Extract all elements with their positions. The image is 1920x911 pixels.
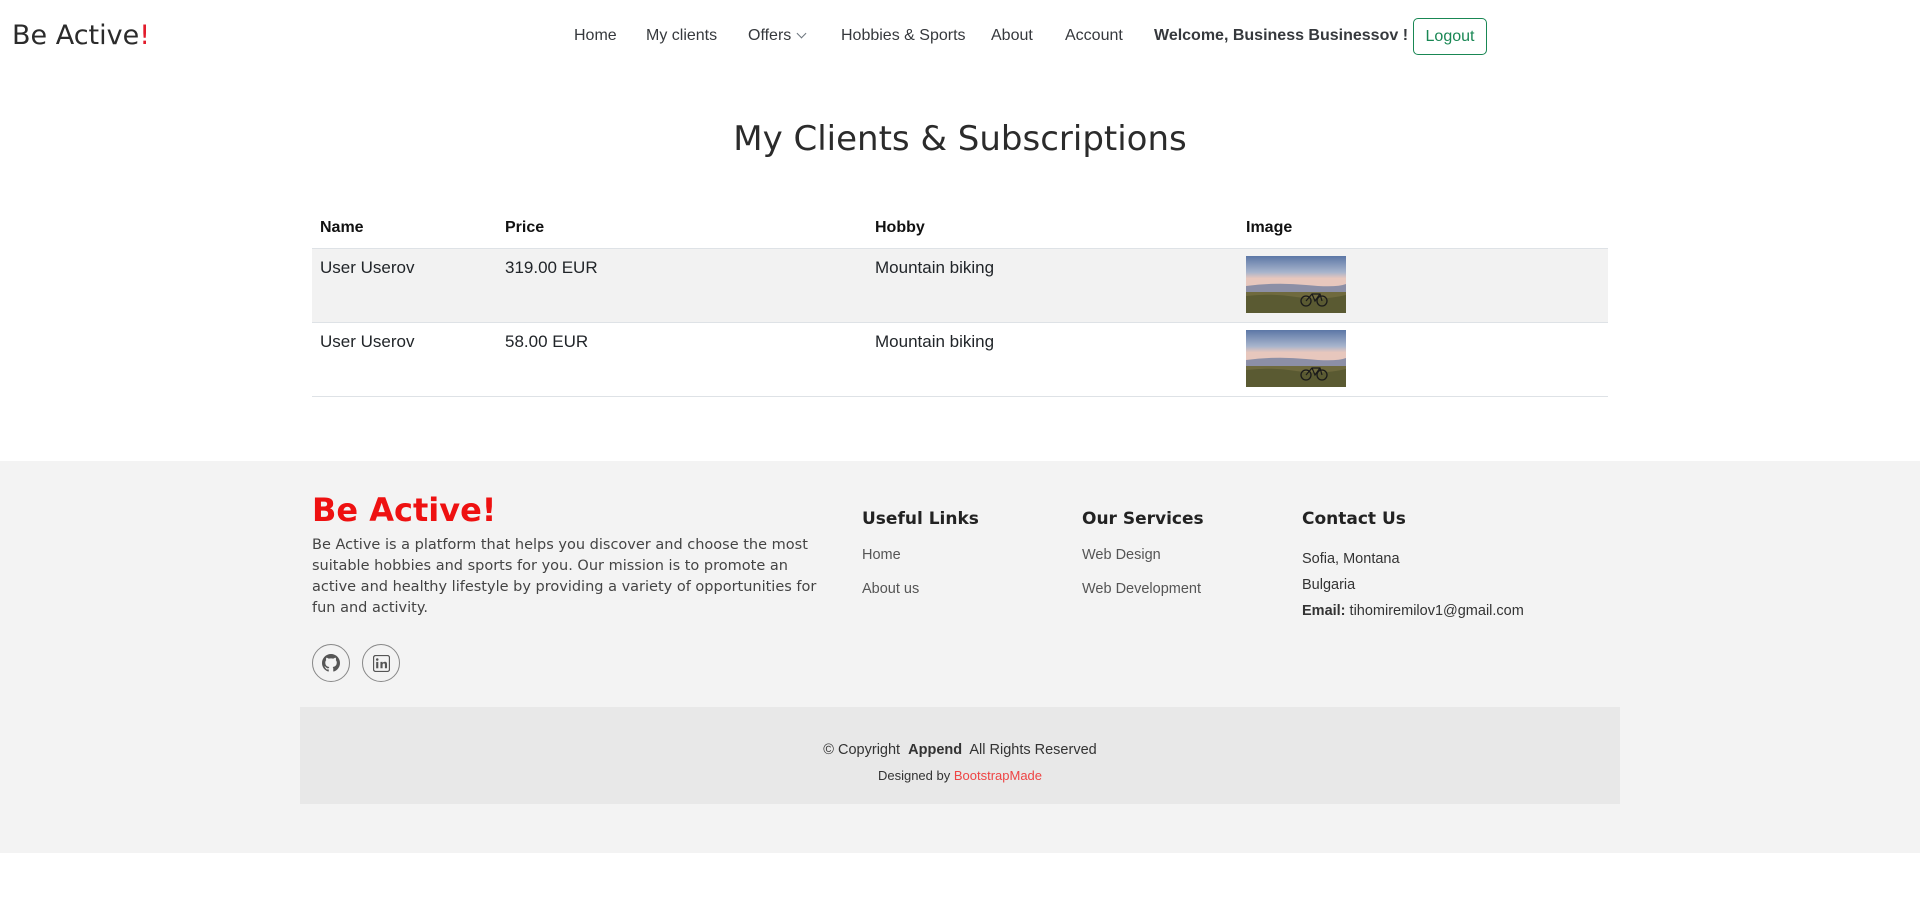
table-header: Name Price Hobby Image [312, 210, 1608, 249]
designer-link[interactable]: BootstrapMade [954, 768, 1042, 783]
copyright-suffix: All Rights Reserved [969, 742, 1097, 758]
hobby-name: Mountain biking [875, 332, 995, 351]
subscription-price: 58.00 EUR [505, 332, 589, 351]
contact-email: Email: tihomiremilov1@gmail.com [1302, 603, 1524, 619]
footer-link-web-development[interactable]: Web Development [1082, 581, 1201, 597]
designed-by-label: Designed by [877, 768, 951, 783]
contact-city: Sofia, Montana [1302, 551, 1400, 567]
column-header-price: Price [505, 219, 545, 236]
table-row: User Userov 58.00 EUR Mountain biking [312, 323, 1608, 397]
email-value: tihomiremilov1@gmail.com [1349, 603, 1524, 619]
copyright-prefix: © Copyright [823, 742, 901, 758]
useful-links-heading: Useful Links [862, 509, 979, 529]
footer-brand: Be Active! [312, 491, 497, 529]
chevron-down-icon [796, 28, 807, 39]
welcome-message: Welcome, Business Businessov ! [1154, 27, 1409, 44]
logo[interactable]: Be Active! [12, 20, 150, 51]
copyright-bar: © Copyright Append All Rights Reserved D… [300, 707, 1620, 804]
hobby-image [1246, 330, 1346, 387]
designed-by: Designed by BootstrapMade [300, 768, 1620, 783]
nav-my-clients[interactable]: My clients [646, 27, 717, 45]
hobby-image [1246, 256, 1346, 313]
client-name: User Userov [320, 258, 415, 277]
linkedin-icon [372, 654, 390, 672]
logo-text: Be Active [12, 20, 140, 51]
nav-about[interactable]: About [991, 27, 1033, 45]
column-header-hobby: Hobby [875, 219, 925, 236]
nav-home[interactable]: Home [574, 27, 617, 45]
site-footer: Be Active! Be Active is a platform that … [0, 461, 1920, 853]
nav-offers-label: Offers [748, 27, 792, 44]
services-heading: Our Services [1082, 509, 1204, 529]
hobby-name: Mountain biking [875, 258, 995, 277]
clients-table: Name Price Hobby Image User Userov 319.0… [312, 210, 1608, 397]
nav-hobbies[interactable]: Hobbies & Sports [841, 27, 966, 45]
page-title: My Clients & Subscriptions [733, 119, 1187, 159]
logout-button[interactable]: Logout [1413, 18, 1487, 55]
client-name: User Userov [320, 332, 415, 351]
logo-mark: ! [139, 20, 151, 51]
nav-offers[interactable]: Offers [748, 27, 807, 45]
footer-link-web-design[interactable]: Web Design [1082, 547, 1161, 563]
contact-country: Bulgaria [1302, 577, 1356, 593]
site-header: Be Active! Home My clients Offers Hobbie… [0, 0, 1920, 74]
nav-account[interactable]: Account [1065, 27, 1123, 45]
github-icon [322, 654, 340, 672]
column-header-image: Image [1246, 219, 1293, 236]
footer-link-home[interactable]: Home [862, 547, 901, 563]
github-link[interactable] [312, 644, 350, 682]
subscription-price: 319.00 EUR [505, 258, 598, 277]
email-label: Email: [1302, 603, 1346, 619]
contact-heading: Contact Us [1302, 509, 1406, 529]
copyright-text: © Copyright Append All Rights Reserved [300, 742, 1620, 758]
footer-description: Be Active is a platform that helps you d… [312, 537, 817, 616]
linkedin-link[interactable] [362, 644, 400, 682]
copyright-brand: Append [908, 742, 963, 758]
table-row: User Userov 319.00 EUR Mountain biking [312, 249, 1608, 323]
column-header-name: Name [320, 219, 364, 236]
footer-link-about-us[interactable]: About us [862, 581, 919, 597]
